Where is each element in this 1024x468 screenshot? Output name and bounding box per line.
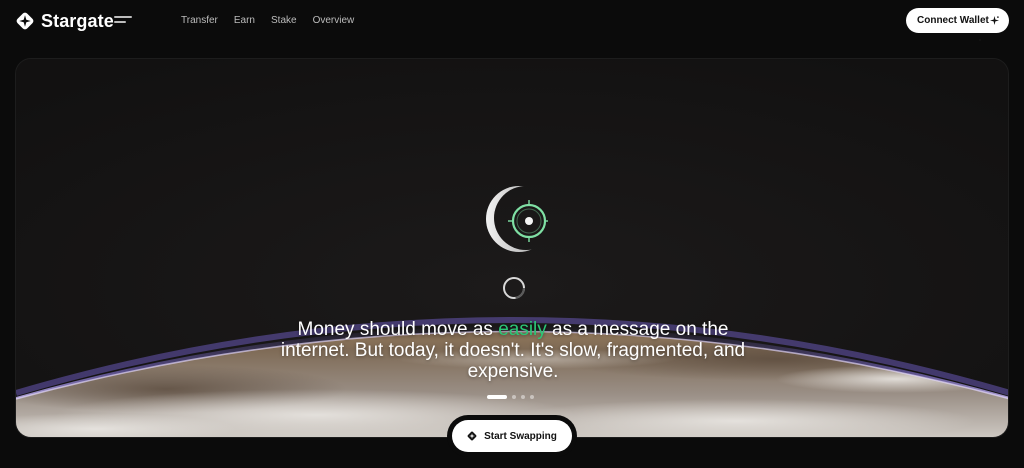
carousel-dot-2[interactable] bbox=[512, 395, 516, 399]
hero-section: Money should move as easily as a message… bbox=[15, 58, 1009, 438]
stargate-diamond-icon bbox=[467, 431, 477, 441]
headline-text-before: Money should move as bbox=[297, 319, 499, 340]
connect-wallet-label: Connect Wallet bbox=[917, 15, 989, 26]
sparkle-icon bbox=[990, 16, 999, 25]
carousel-dot-3[interactable] bbox=[521, 395, 525, 399]
nav-transfer[interactable]: Transfer bbox=[181, 14, 218, 28]
nav-earn[interactable]: Earn bbox=[234, 14, 255, 28]
stargate-logo-icon bbox=[16, 12, 34, 30]
start-swapping-label: Start Swapping bbox=[484, 430, 557, 442]
headline-accent-word: easily bbox=[498, 319, 547, 340]
headline-line-2: internet. But today, it doesn't. It's sl… bbox=[280, 340, 746, 361]
brand[interactable]: Stargate bbox=[15, 9, 114, 33]
top-navigation-bar: Stargate Transfer Earn Stake Overview Co… bbox=[0, 0, 1024, 44]
carousel-dot-4[interactable] bbox=[530, 395, 534, 399]
hero-headline: Money should move as easily as a message… bbox=[16, 319, 1008, 382]
headline-line-1: Money should move as easily as a message… bbox=[16, 319, 1008, 340]
crescent-moon-icon bbox=[486, 186, 548, 252]
main-navigation: Transfer Earn Stake Overview bbox=[181, 14, 354, 28]
carousel-indicators bbox=[487, 395, 534, 399]
headline-line-3: expensive. bbox=[467, 361, 559, 382]
carousel-dot-1[interactable] bbox=[487, 395, 507, 399]
small-ring-icon bbox=[503, 277, 525, 299]
nav-stake[interactable]: Stake bbox=[271, 14, 297, 28]
nav-overview[interactable]: Overview bbox=[313, 14, 355, 28]
start-swapping-button[interactable]: Start Swapping bbox=[452, 420, 572, 452]
hamburger-menu-icon[interactable] bbox=[114, 15, 132, 25]
connect-wallet-button[interactable]: Connect Wallet bbox=[906, 8, 1009, 33]
headline-text-after: as a message on the bbox=[546, 319, 729, 340]
page: Stargate Transfer Earn Stake Overview Co… bbox=[0, 0, 1024, 468]
brand-name: Stargate bbox=[41, 10, 114, 31]
